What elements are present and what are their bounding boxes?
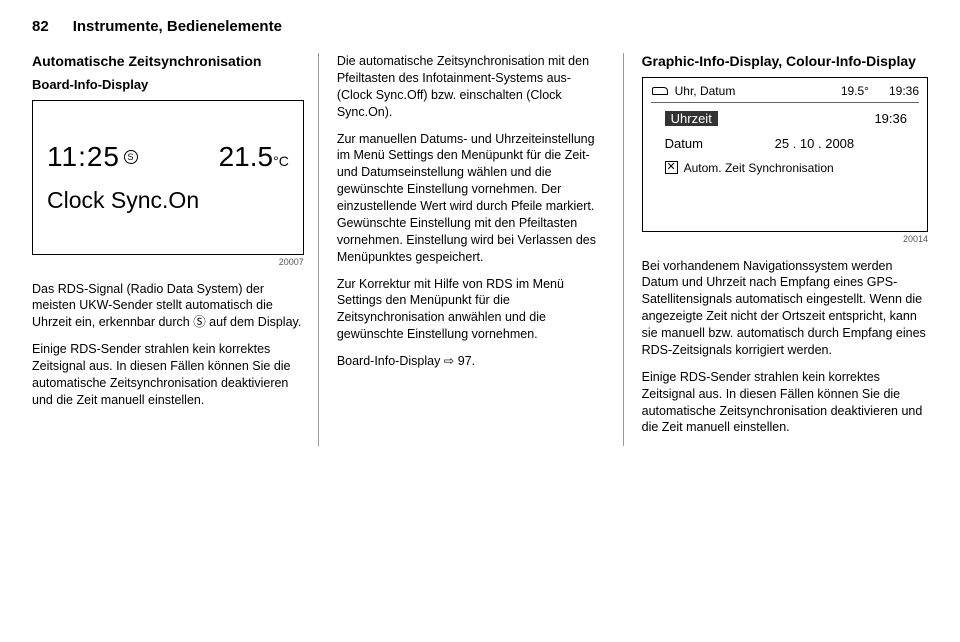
paragraph: Zur manuellen Datums- und Uhrzeiteinstel…: [337, 131, 609, 266]
display-temperature-value: 21.5: [219, 141, 274, 172]
car-icon: [651, 85, 669, 97]
display-header-bar: Uhr, Datum 19.5° 19:36: [651, 84, 919, 103]
paragraph-crossref: Board-Info-Display ⇨ 97.: [337, 353, 609, 370]
content-columns: Automatische Zeitsynchronisation Board-I…: [32, 53, 928, 446]
paragraph: Die automatische Zeitsynchronisation mit…: [337, 53, 609, 121]
menu-row-time: Uhrzeit 19:36: [665, 111, 915, 126]
column-2: Die automatische Zeitsynchronisation mit…: [337, 53, 624, 446]
column-1: Automatische Zeitsynchronisation Board-I…: [32, 53, 319, 446]
menu-row-time-value: 19:36: [874, 111, 907, 126]
column-3: Graphic-Info-Display, Colour-Info-Displa…: [642, 53, 928, 446]
graphic-info-display-figure: Uhr, Datum 19.5° 19:36 Uhrzeit 19:36 Dat…: [642, 77, 928, 252]
display-header-title: Uhr, Datum: [675, 84, 736, 98]
checkbox-checked-icon: ✕: [665, 161, 678, 174]
rds-signal-icon: S: [124, 150, 138, 164]
paragraph: Bei vorhandenem Navigationssystem werden…: [642, 258, 928, 359]
menu-row-date: Datum 25 . 10 . 2008: [665, 136, 915, 151]
board-info-display-screen: 11:25 S 21.5°C Clock Sync.On: [32, 100, 304, 255]
menu-row-time-label: Uhrzeit: [665, 111, 718, 126]
menu-row-auto-sync-label: Autom. Zeit Synchronisation: [684, 161, 834, 175]
heading-board-info-display: Board-Info-Display: [32, 77, 304, 92]
menu-row-date-label: Datum: [665, 136, 775, 151]
page-number: 82: [32, 18, 49, 35]
display-clock-sync-status: Clock Sync.On: [47, 187, 289, 214]
board-info-display-figure: 11:25 S 21.5°C Clock Sync.On 20007: [32, 100, 304, 275]
menu-row-date-value: 25 . 10 . 2008: [775, 136, 855, 151]
display-menu-body: Uhrzeit 19:36 Datum 25 . 10 . 2008 ✕ Aut…: [651, 103, 919, 225]
heading-graphic-info-display: Graphic-Info-Display, Colour-Info-Displa…: [642, 53, 928, 71]
paragraph: Zur Korrektur mit Hilfe von RDS im Menü …: [337, 276, 609, 344]
display-time-value: 11:25: [47, 141, 120, 173]
page-header: 82 Instrumente, Bedienelemente: [32, 18, 928, 35]
paragraph: Einige RDS-Sender strahlen kein korrekte…: [642, 369, 928, 437]
graphic-info-display-screen: Uhr, Datum 19.5° 19:36 Uhrzeit 19:36 Dat…: [642, 77, 928, 232]
figure-number: 20007: [32, 257, 304, 267]
figure-number: 20014: [642, 234, 928, 244]
heading-auto-time-sync: Automatische Zeitsynchronisation: [32, 53, 304, 71]
paragraph: Einige RDS-Sender strahlen kein korrekte…: [32, 341, 304, 409]
display-time: 11:25 S: [47, 141, 138, 173]
display-temperature-unit: °C: [273, 153, 289, 169]
paragraph: Das RDS-Signal (Radio Data System) der m…: [32, 281, 304, 332]
display-temperature: 21.5°C: [219, 141, 289, 173]
display-header-temp: 19.5°: [841, 84, 869, 98]
display-header-clock: 19:36: [889, 84, 919, 98]
chapter-title: Instrumente, Bedienelemente: [73, 18, 282, 35]
menu-row-auto-sync: ✕ Autom. Zeit Synchronisation: [665, 161, 915, 175]
